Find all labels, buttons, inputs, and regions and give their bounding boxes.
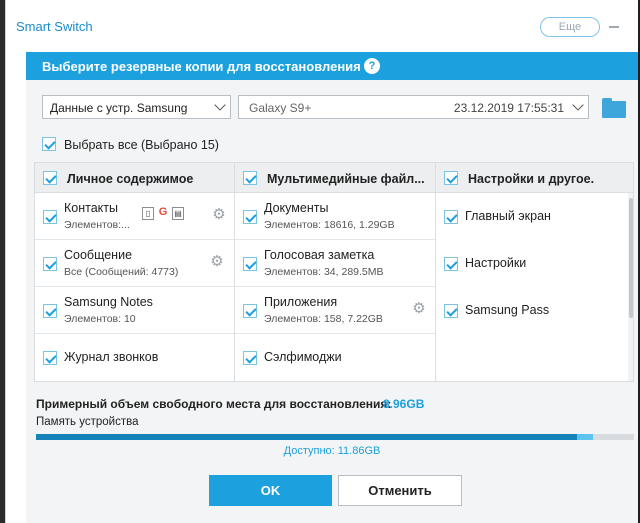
item-name: Сообщение xyxy=(64,248,133,262)
backup-select[interactable]: Galaxy S9+ 23.12.2019 17:55:31 xyxy=(238,95,589,119)
select-all-checkbox[interactable] xyxy=(42,137,56,151)
column-title-media: Мультимедийные файл... xyxy=(267,172,425,186)
dialog-header: Выберите резервные копии для восстановле… xyxy=(26,52,638,80)
column-title-settings: Настройки и другое. xyxy=(468,172,595,186)
gear-icon[interactable]: ⚙ xyxy=(209,254,225,270)
item-documents[interactable]: Документы Элементов: 18616, 1.29GB xyxy=(235,193,435,240)
app-title: Smart Switch xyxy=(16,19,93,34)
column-checkbox-media[interactable] xyxy=(243,171,257,185)
item-details: Элементов: 158, 7.22GB xyxy=(264,313,383,325)
item-checkbox[interactable] xyxy=(444,210,458,224)
available-space: Доступно: 11.86GB xyxy=(283,445,381,457)
item-name: Samsung Notes xyxy=(64,295,153,309)
item-checkbox[interactable] xyxy=(43,304,57,318)
backup-device: Galaxy S9+ xyxy=(249,101,312,115)
item-settings[interactable]: Настройки xyxy=(436,240,628,287)
sd-card-icon: ▤ xyxy=(172,207,184,220)
free-space-label: Примерный объем свободного места для вос… xyxy=(36,397,392,411)
item-name: Голосовая заметка xyxy=(264,248,375,262)
column-header-personal: Личное содержимое xyxy=(35,163,235,193)
item-name: Настройки xyxy=(465,256,527,270)
contact-source-icons: ▯ G ▤ xyxy=(142,207,187,225)
smart-switch-window: Smart Switch Еще Выберите резервные копи… xyxy=(5,0,638,523)
memory-restore-fill xyxy=(577,434,593,440)
title-bar: Smart Switch Еще xyxy=(6,0,638,52)
item-name: Samsung Pass xyxy=(465,303,550,317)
folder-icon[interactable] xyxy=(602,98,626,118)
item-selfiemoji[interactable]: Сэлфимоджи xyxy=(235,334,435,381)
scrollbar-thumb[interactable] xyxy=(629,198,633,318)
column-header-media: Мультимедийные файл... xyxy=(235,163,436,193)
more-button[interactable]: Еще xyxy=(540,17,600,37)
item-samsung-pass[interactable]: Samsung Pass xyxy=(436,287,628,334)
item-details: Элементов: 34, 289.5MB xyxy=(264,266,384,278)
item-name: Сэлфимоджи xyxy=(264,350,342,364)
memory-progress-bar xyxy=(36,434,634,440)
column-personal: Контакты Элементов:... ▯ G ▤ ⚙ Сообщение В… xyxy=(35,193,235,381)
item-home-screen[interactable]: Главный экран xyxy=(436,193,628,240)
column-checkbox-settings[interactable] xyxy=(444,171,458,185)
google-icon: G xyxy=(157,206,169,220)
item-checkbox[interactable] xyxy=(43,351,57,365)
item-contacts[interactable]: Контакты Элементов:... ▯ G ▤ ⚙ xyxy=(35,193,234,240)
item-messages[interactable]: Сообщение Все (Сообщений: 4773) ⚙ xyxy=(35,240,234,287)
select-all-label: Выбрать все (Выбрано 15) xyxy=(64,138,219,152)
content-grid: Личное содержимое Контакты Элементов:...… xyxy=(34,162,634,382)
dialog-title: Выберите резервные копии для восстановле… xyxy=(42,59,361,74)
column-media: Документы Элементов: 18616, 1.29GB Голос… xyxy=(235,193,436,381)
item-samsung-notes[interactable]: Samsung Notes Элементов: 10 xyxy=(35,287,234,334)
device-memory-label: Память устройства xyxy=(36,416,139,428)
item-details: Элементов:... xyxy=(64,219,130,231)
item-details: Элементов: 10 xyxy=(64,313,136,325)
item-checkbox[interactable] xyxy=(444,257,458,271)
column-title-personal: Личное содержимое xyxy=(67,172,194,186)
item-name: Журнал звонков xyxy=(64,350,159,364)
cancel-button[interactable]: Отменить xyxy=(338,475,462,506)
sim-card-icon: ▯ xyxy=(142,207,154,220)
source-select-value: Данные с устр. Samsung xyxy=(50,101,188,115)
chevron-down-icon xyxy=(214,99,226,111)
memory-used-fill xyxy=(36,434,578,440)
item-checkbox[interactable] xyxy=(243,210,257,224)
item-checkbox[interactable] xyxy=(243,257,257,271)
grid-scrollbar[interactable] xyxy=(628,193,633,381)
restore-dialog: Выберите резервные копии для восстановле… xyxy=(26,52,638,523)
item-name: Главный экран xyxy=(465,209,551,223)
free-space-value: 8.96GB xyxy=(383,397,425,411)
item-details: Элементов: 18616, 1.29GB xyxy=(264,219,395,231)
column-checkbox-personal[interactable] xyxy=(43,171,57,185)
source-select[interactable]: Данные с устр. Samsung xyxy=(42,95,231,119)
column-settings: Главный экран Настройки Samsung Pass xyxy=(436,193,628,381)
gear-icon[interactable]: ⚙ xyxy=(411,301,427,317)
item-name: Контакты xyxy=(64,201,118,215)
item-apps[interactable]: Приложения Элементов: 158, 7.22GB ⚙ xyxy=(235,287,435,334)
item-name: Документы xyxy=(264,201,329,215)
item-checkbox[interactable] xyxy=(43,257,57,271)
chevron-down-icon xyxy=(572,99,584,111)
item-checkbox[interactable] xyxy=(243,304,257,318)
item-call-log[interactable]: Журнал звонков xyxy=(35,334,234,381)
folder-body xyxy=(602,101,626,118)
help-icon[interactable]: ? xyxy=(364,58,380,74)
item-checkbox[interactable] xyxy=(444,304,458,318)
gear-icon[interactable]: ⚙ xyxy=(211,207,227,223)
minimize-icon[interactable] xyxy=(609,26,619,28)
item-checkbox[interactable] xyxy=(243,351,257,365)
item-voice-memo[interactable]: Голосовая заметка Элементов: 34, 289.5MB xyxy=(235,240,435,287)
item-name: Приложения xyxy=(264,295,338,309)
backup-date: 23.12.2019 17:55:31 xyxy=(453,101,564,115)
ok-button[interactable]: OK xyxy=(209,475,332,506)
column-header-settings: Настройки и другое. xyxy=(436,163,633,193)
item-checkbox[interactable] xyxy=(43,210,57,224)
item-details: Все (Сообщений: 4773) xyxy=(64,266,179,278)
